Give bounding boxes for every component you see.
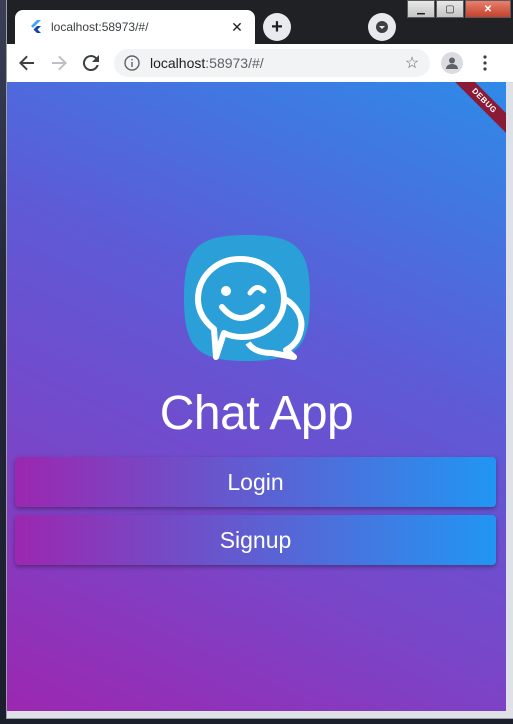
minimize-icon[interactable]: ▁ — [407, 0, 435, 18]
profile-icon[interactable] — [441, 52, 463, 74]
signup-button[interactable]: Signup — [15, 515, 496, 565]
browser-toolbar: localhost:58973/#/ ☆ — [7, 44, 513, 83]
url-path: :58973/#/ — [205, 55, 264, 71]
close-icon[interactable]: ✕ — [227, 17, 247, 37]
app-title: Chat App — [159, 387, 354, 440]
address-bar[interactable]: localhost:58973/#/ ☆ — [114, 49, 430, 77]
browser-window: localhost:58973/#/ ✕ + ▁ ▢ ✕ localhost:5… — [7, 0, 513, 718]
debug-banner: DEBUG — [447, 82, 506, 138]
info-icon[interactable] — [124, 55, 140, 71]
window-close-icon[interactable]: ✕ — [465, 0, 511, 18]
login-button[interactable]: Login — [15, 457, 496, 507]
tab-search-icon[interactable] — [368, 13, 396, 41]
forward-icon[interactable] — [47, 51, 71, 75]
url-host: localhost — [150, 55, 206, 71]
plus-icon[interactable]: + — [263, 13, 291, 41]
reload-icon[interactable] — [79, 51, 103, 75]
app-viewport: DEBUG Chat App Login Signup — [7, 82, 506, 711]
more-menu-icon[interactable] — [473, 51, 497, 75]
url-text: localhost:58973/#/ — [150, 55, 402, 71]
tab-strip: localhost:58973/#/ ✕ + ▁ ▢ ✕ — [7, 0, 513, 44]
flutter-icon — [31, 20, 41, 33]
star-icon[interactable]: ☆ — [402, 53, 422, 73]
maximize-icon[interactable]: ▢ — [436, 0, 464, 18]
chat-logo-icon — [184, 235, 310, 361]
window-frame-bottom — [7, 711, 513, 718]
back-icon[interactable] — [15, 51, 39, 75]
tab-title: localhost:58973/#/ — [51, 20, 149, 34]
browser-tab[interactable]: localhost:58973/#/ ✕ — [15, 10, 255, 44]
window-controls: ▁ ▢ ✕ — [406, 0, 511, 18]
